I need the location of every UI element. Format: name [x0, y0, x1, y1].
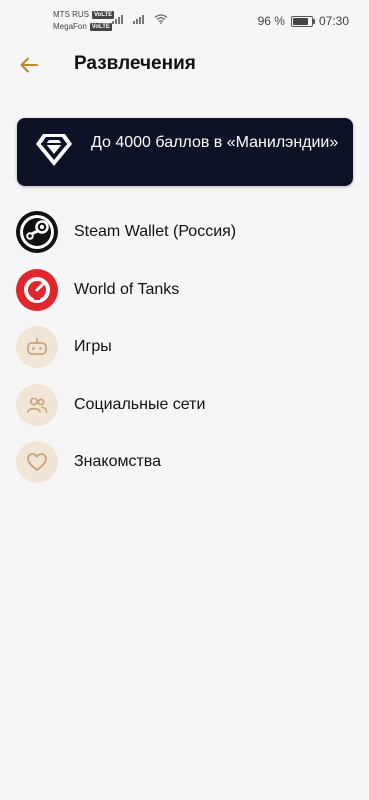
list-item-label: Социальные сети	[74, 395, 206, 413]
list-item-label: Steam Wallet (Россия)	[74, 223, 237, 240]
world-of-tanks-logo-icon	[16, 268, 58, 311]
signal-icon	[133, 15, 144, 24]
list-item-label: World of Tanks	[74, 280, 180, 298]
entertainment-list: Steam Wallet (Россия) World of Tanks Игр…	[0, 207, 369, 495]
gamepad-icon	[16, 326, 58, 368]
diamond-icon	[36, 134, 72, 166]
volte-badge: VoLTE	[89, 23, 112, 31]
list-item-social-networks[interactable]: Социальные сети	[0, 380, 369, 438]
arrow-left-icon[interactable]	[18, 54, 40, 76]
heart-icon	[16, 441, 58, 483]
promo-banner-text: До 4000 баллов в «Манилэндии»	[91, 134, 339, 151]
clock: 07:30	[318, 14, 349, 28]
list-item-world-of-tanks[interactable]: World of Tanks	[0, 265, 369, 323]
list-item-games[interactable]: Игры	[0, 322, 369, 380]
carrier1-label: MTS RUS	[53, 10, 89, 19]
list-item-label: Знакомства	[74, 453, 162, 470]
volte-badge: VoLTE	[92, 11, 115, 19]
signal-icons	[112, 14, 168, 24]
battery-icon	[290, 15, 315, 27]
status-bar: MTS RUS VoLTE MegaFon VoLTE 96 % 07:30	[0, 0, 369, 44]
list-item-steam-wallet[interactable]: Steam Wallet (Россия)	[0, 207, 369, 265]
wifi-icon	[154, 14, 168, 24]
promo-banner[interactable]: До 4000 баллов в «Манилэндии»	[17, 118, 353, 186]
list-item-label: Игры	[74, 338, 112, 355]
status-right: 96 % 07:30	[258, 14, 349, 28]
carrier2-label: MegaFon	[53, 22, 87, 31]
people-icon	[16, 383, 58, 426]
page-title: Развлечения	[74, 53, 196, 74]
list-item-dating[interactable]: Знакомства	[0, 437, 369, 495]
carrier-info: MTS RUS VoLTE MegaFon VoLTE	[53, 9, 115, 33]
steam-logo-icon	[16, 211, 58, 253]
battery-percent: 96 %	[257, 14, 285, 28]
signal-icon	[112, 15, 123, 24]
